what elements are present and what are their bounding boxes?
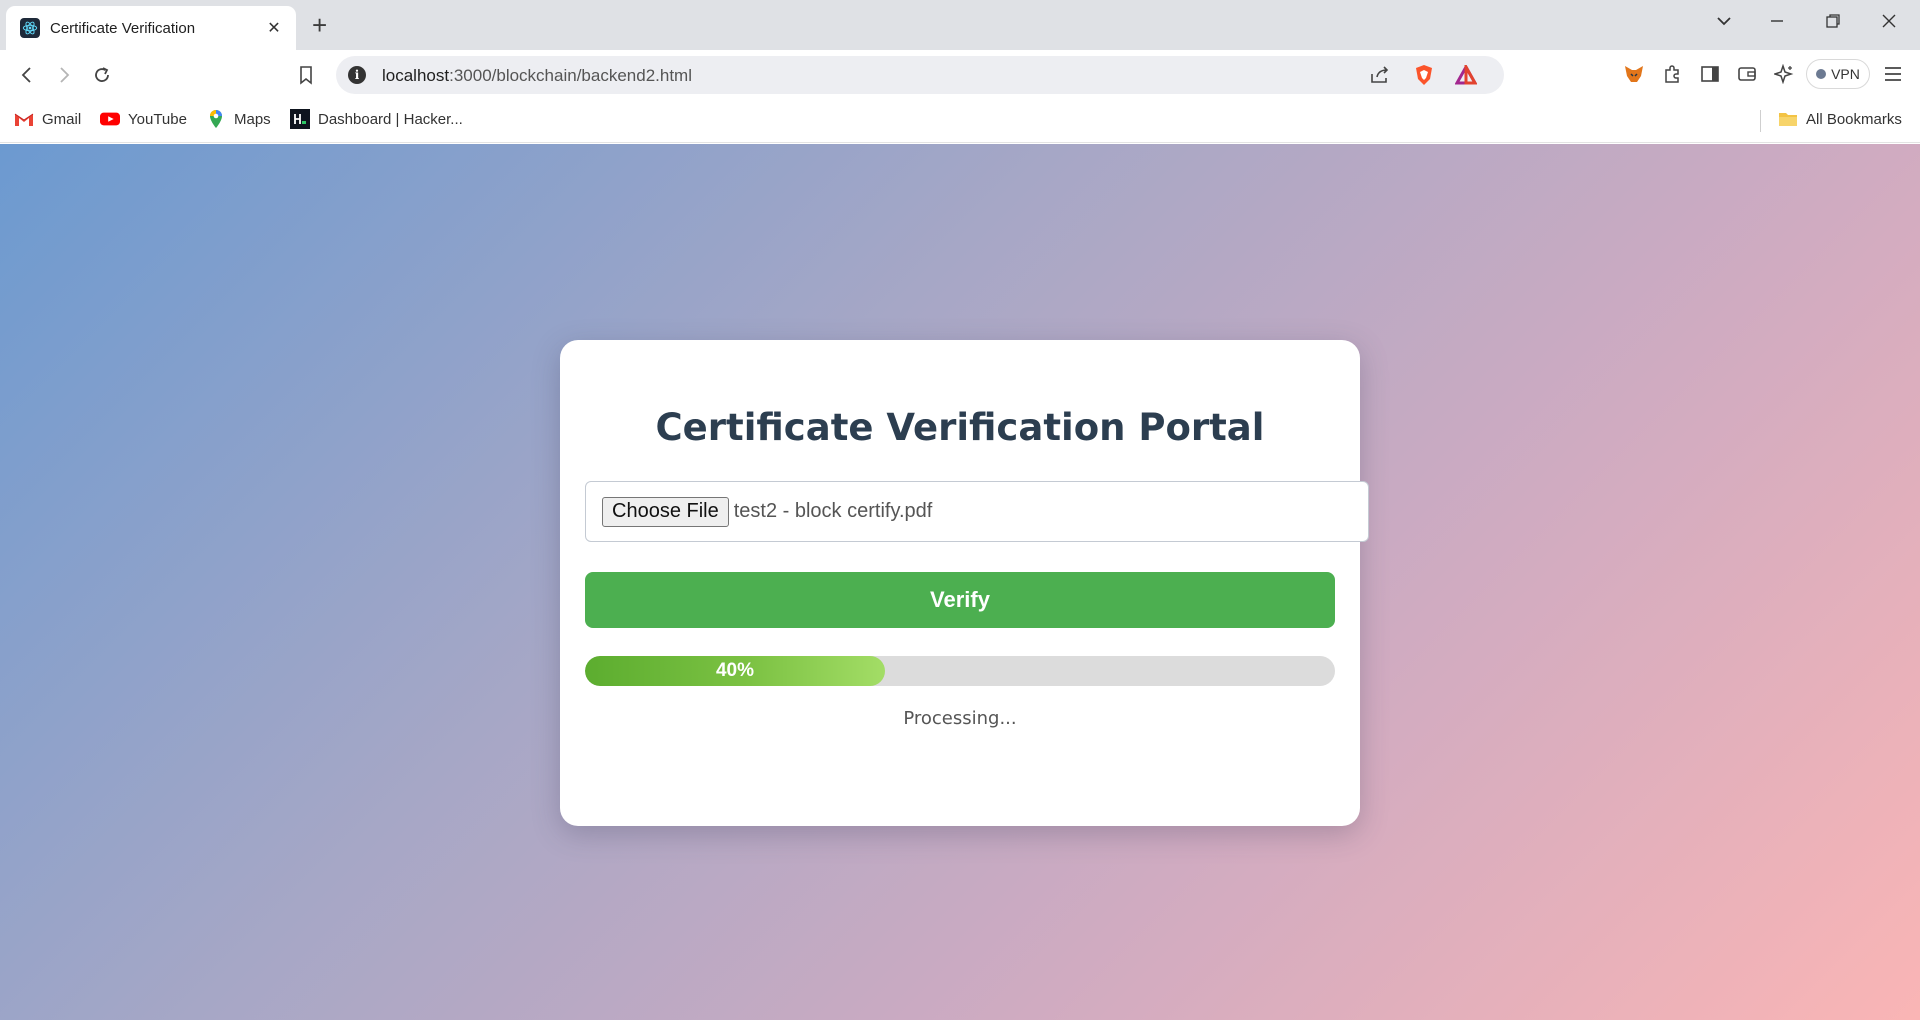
sidebar-toggle-icon[interactable]: [1698, 62, 1722, 86]
page-background: Certificate Verification Portal Choose F…: [0, 144, 1920, 1020]
tab-close-icon[interactable]: ✕: [264, 18, 284, 38]
menu-hamburger-icon[interactable]: [1881, 62, 1905, 86]
bookmark-label: Dashboard | Hacker...: [318, 110, 463, 128]
status-message: Processing...: [903, 708, 1017, 729]
bookmark-hackerrank[interactable]: Dashboard | Hacker...: [290, 109, 463, 129]
url-host: localhost: [382, 66, 450, 85]
vpn-status-icon: [1816, 69, 1827, 79]
wallet-icon[interactable]: [1735, 62, 1759, 86]
minimize-icon[interactable]: [1768, 12, 1786, 36]
tab-title: Certificate Verification: [50, 19, 196, 37]
verification-card: Certificate Verification Portal Choose F…: [560, 340, 1369, 826]
react-atom-icon: [20, 18, 40, 38]
progress-bar: 40%: [585, 656, 1335, 686]
choose-file-button[interactable]: Choose File: [602, 496, 729, 527]
selected-file-name: test2 - block certify.pdf: [733, 500, 933, 522]
bookmarks-bar: Gmail YouTube Maps Dashboard | Hacker...…: [0, 100, 1920, 143]
all-bookmarks-button[interactable]: All Bookmarks: [1778, 110, 1902, 128]
bookmark-maps[interactable]: Maps: [206, 110, 271, 128]
tab-search-chevron-icon[interactable]: [1715, 12, 1733, 36]
metamask-fox-icon[interactable]: [1622, 62, 1646, 86]
progress-label: 40%: [715, 660, 755, 681]
youtube-icon: [100, 110, 120, 128]
new-tab-icon[interactable]: +: [312, 12, 327, 38]
brave-rewards-icon[interactable]: [1454, 64, 1478, 86]
all-bookmarks-label: All Bookmarks: [1806, 110, 1902, 128]
close-window-icon[interactable]: [1880, 12, 1898, 36]
page-title: Certificate Verification Portal: [655, 406, 1265, 449]
extensions-puzzle-icon[interactable]: [1660, 62, 1684, 86]
bookmark-gmail[interactable]: Gmail: [14, 110, 81, 128]
url-path: :3000/blockchain/backend2.html: [449, 66, 692, 85]
certificate-file-input[interactable]: Choose File test2 - block certify.pdf: [585, 481, 1369, 542]
tab-certificate-verification[interactable]: Certificate Verification ✕: [6, 6, 296, 50]
progress-bar-fill: 40%: [585, 656, 885, 686]
address-url[interactable]: localhost:3000/blockchain/backend2.html: [382, 66, 692, 86]
bookmark-label: Maps: [234, 110, 271, 128]
address-bar[interactable]: i localhost:3000/blockchain/backend2.htm…: [336, 56, 1504, 94]
back-icon[interactable]: [15, 63, 39, 87]
bookmarks-divider: [1760, 110, 1761, 132]
bookmark-label: YouTube: [128, 110, 187, 128]
hackerrank-icon: [290, 109, 310, 129]
vpn-button[interactable]: VPN: [1806, 59, 1870, 89]
folder-icon: [1778, 110, 1798, 128]
gmail-icon: [14, 110, 34, 128]
leo-ai-sparkle-icon[interactable]: [1772, 62, 1796, 86]
reload-icon[interactable]: [90, 63, 114, 87]
bookmark-youtube[interactable]: YouTube: [100, 110, 187, 128]
bookmark-label: Gmail: [42, 110, 82, 128]
verify-button[interactable]: Verify: [585, 572, 1335, 628]
forward-icon[interactable]: [52, 63, 76, 87]
vpn-label: VPN: [1831, 66, 1860, 82]
share-icon[interactable]: [1368, 64, 1392, 86]
bookmark-page-icon[interactable]: [294, 63, 318, 87]
site-info-icon[interactable]: i: [348, 66, 366, 84]
tab-strip: Certificate Verification ✕ +: [0, 0, 1920, 50]
maps-icon: [206, 110, 226, 128]
restore-icon[interactable]: [1824, 12, 1842, 36]
brave-shields-icon[interactable]: [1412, 64, 1436, 86]
